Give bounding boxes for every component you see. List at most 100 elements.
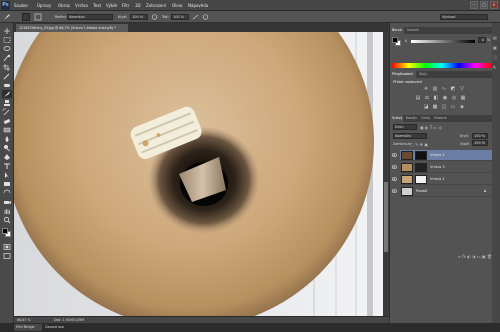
gradient-tool-icon[interactable] (2, 126, 12, 134)
vibrance-icon[interactable]: ▽ (459, 86, 465, 92)
lock-icons[interactable]: ▢ ✎ ✥ ▣ (410, 142, 428, 147)
menu-filter[interactable]: Filtr (122, 2, 129, 9)
opacity-input[interactable]: 100 % (130, 14, 148, 20)
mode-select[interactable]: Normální (67, 14, 113, 20)
brush-tool-icon[interactable] (2, 90, 12, 98)
dodge-tool-icon[interactable] (2, 144, 12, 152)
visibility-eye-icon[interactable] (392, 153, 397, 157)
color-swatches[interactable] (2, 228, 12, 238)
character-panel-icon[interactable]: A (493, 65, 499, 71)
layer-opacity-input[interactable]: 100 % (472, 133, 488, 139)
bw-icon[interactable]: ◧ (433, 95, 439, 101)
layer-mask-thumbnail[interactable] (415, 151, 427, 160)
tab-swatches[interactable]: Vzorník (405, 27, 423, 34)
lasso-tool-icon[interactable] (2, 45, 12, 53)
invert-icon[interactable]: ◪ (423, 104, 429, 110)
layer-filter-select[interactable]: Druh (393, 124, 417, 130)
menu-edit[interactable]: Úpravy (37, 2, 51, 9)
layer-mask-thumbnail[interactable] (415, 175, 427, 184)
tab-color[interactable]: Barva (390, 27, 404, 34)
canvas[interactable] (14, 32, 383, 316)
menu-layer[interactable]: Vrstva (75, 2, 88, 9)
visibility-eye-icon[interactable] (392, 177, 397, 181)
layers-footer-icons[interactable]: ∞ fx ◐ ◑ ▭ ▣ 🗑︎ (430, 254, 492, 260)
screen-mode-icon[interactable] (2, 252, 12, 260)
quick-select-tool-icon[interactable] (2, 54, 12, 62)
maximize-button[interactable]: □ (480, 1, 488, 9)
type-tool-icon[interactable] (2, 162, 12, 170)
eraser-tool-icon[interactable] (2, 117, 12, 125)
document-tab[interactable]: 1216535shiny_XY.jpg @ 66,7% (Vrstva 1,Ma… (16, 24, 128, 32)
menu-window[interactable]: Okno (172, 2, 182, 9)
3d-rotate-tool-icon[interactable] (2, 189, 12, 197)
quick-mask-icon[interactable] (2, 243, 12, 251)
hand-tool-icon[interactable] (2, 207, 12, 215)
zoom-tool-icon[interactable] (2, 216, 12, 224)
k-value[interactable]: 0 (478, 37, 486, 43)
tab-history[interactable]: Historie (432, 115, 449, 122)
3d-camera-tool-icon[interactable] (2, 198, 12, 206)
clone-stamp-tool-icon[interactable] (2, 99, 12, 107)
info-panel-icon[interactable]: ⓘ (493, 55, 499, 61)
pressure-size-icon[interactable] (202, 14, 209, 20)
foreground-color-swatch[interactable] (2, 228, 8, 234)
menu-3d[interactable]: 3D (135, 2, 141, 9)
tab-styles[interactable]: Styly (417, 71, 429, 78)
menu-file[interactable]: Soubor (14, 2, 28, 9)
hue-icon[interactable]: ▤ (415, 95, 421, 101)
threshold-icon[interactable]: ◫ (441, 104, 447, 110)
layer-filter-icons[interactable]: ▣ ◐ T ▭ ◎ (420, 125, 460, 130)
tab-paths[interactable]: Cesty (419, 115, 431, 122)
layer-row[interactable]: Vrstva 3 (392, 162, 493, 173)
brush-panel-icon[interactable] (34, 13, 42, 21)
history-brush-tool-icon[interactable] (2, 108, 12, 116)
menu-help[interactable]: Nápověda (188, 2, 208, 9)
shape-tool-icon[interactable] (2, 180, 12, 188)
exposure-icon[interactable]: ◩ (450, 86, 456, 92)
gradient-map-icon[interactable]: ▭ (450, 104, 456, 110)
brush-preset-icon[interactable] (3, 13, 11, 21)
layer-mask-thumbnail[interactable] (415, 163, 427, 172)
menu-image[interactable]: Obraz (58, 2, 70, 9)
brush-size-picker[interactable] (22, 13, 30, 21)
tab-mini-bridge[interactable]: Mini Bridge (14, 324, 42, 331)
menu-type[interactable]: Text (93, 2, 101, 9)
layer-row[interactable]: Vrstva 1 (392, 174, 493, 185)
properties-panel-icon[interactable]: ▦ (493, 45, 499, 51)
crop-tool-icon[interactable] (2, 63, 12, 71)
curves-icon[interactable]: ∿ (441, 86, 447, 92)
brightness-icon[interactable]: ☀ (423, 86, 429, 92)
pressure-opacity-icon[interactable] (151, 14, 158, 20)
posterize-icon[interactable]: ▩ (432, 104, 438, 110)
marquee-tool-icon[interactable] (2, 36, 12, 44)
visibility-eye-icon[interactable] (392, 165, 397, 169)
menu-select[interactable]: Výběr (106, 2, 118, 9)
blend-mode-select[interactable]: Normální (393, 133, 427, 139)
tab-channels[interactable]: Kanály (404, 115, 418, 122)
fill-input[interactable]: 100 % (472, 140, 488, 146)
menu-view[interactable]: Zobrazení (146, 2, 166, 9)
k-slider[interactable] (411, 40, 475, 43)
scrollbar-thumb[interactable] (384, 182, 388, 252)
balance-icon[interactable]: ⚖ (424, 95, 430, 101)
airbrush-icon[interactable] (192, 14, 199, 20)
history-panel-icon[interactable]: ▤ (493, 35, 499, 41)
layer-row[interactable]: Vrstva 2 (392, 150, 493, 161)
color-ramp[interactable] (392, 63, 492, 68)
path-selection-tool-icon[interactable] (2, 171, 12, 179)
layer-row[interactable]: Pozadí 🔒︎ (392, 186, 493, 197)
blur-tool-icon[interactable] (2, 135, 12, 143)
pen-tool-icon[interactable] (2, 153, 12, 161)
tab-layers[interactable]: Vrstvy (390, 115, 403, 122)
photo-filter-icon[interactable]: ◉ (442, 95, 448, 101)
workspace-select[interactable]: Výchozí (440, 14, 488, 20)
healing-brush-tool-icon[interactable] (2, 81, 12, 89)
flow-input[interactable]: 100 % (171, 14, 189, 20)
visibility-eye-icon[interactable] (392, 189, 397, 193)
eyedropper-tool-icon[interactable] (2, 72, 12, 80)
tab-adjustments[interactable]: Přizpůsobení (390, 71, 416, 78)
close-button[interactable]: × (490, 1, 498, 9)
selective-color-icon[interactable]: ◈ (459, 104, 465, 110)
tab-timeline[interactable]: Časová osa (43, 324, 69, 331)
color-swatches-mini[interactable] (392, 37, 401, 46)
